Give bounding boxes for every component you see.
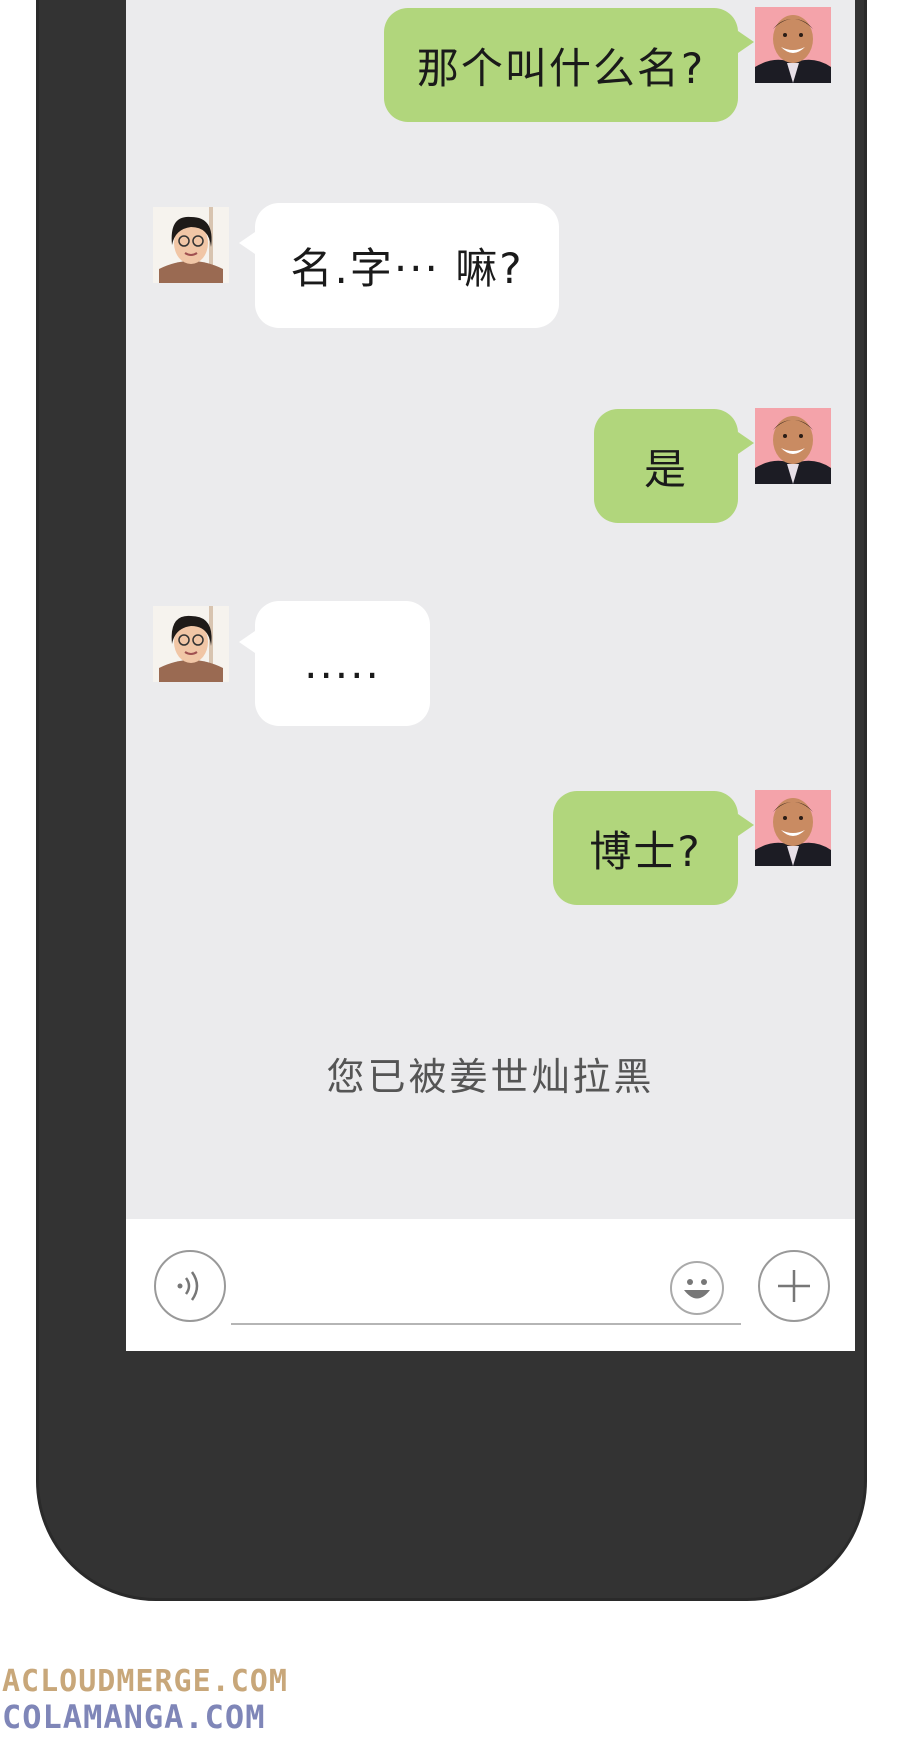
watermark-text: COLAMANGA.COM: [2, 1698, 266, 1736]
message-text: 博士?: [589, 826, 702, 876]
bubble-tail: [239, 631, 255, 653]
voice-button[interactable]: [154, 1250, 226, 1322]
chat-screen: 那个叫什么名? 名.字··· 嘛? 是 ..... 博士? 您已被姜世灿拉黑: [126, 0, 855, 1351]
bubble-tail: [239, 232, 255, 254]
man-smiling-avatar[interactable]: [755, 7, 831, 83]
add-button[interactable]: [758, 1250, 830, 1322]
bubble-tail: [738, 31, 754, 53]
message-bubble-outgoing[interactable]: 那个叫什么名?: [384, 8, 738, 122]
man-smiling-avatar[interactable]: [755, 790, 831, 866]
blocked-notice: 您已被姜世灿拉黑: [326, 1055, 655, 1099]
emoji-button[interactable]: [670, 1261, 724, 1315]
woman-glasses-avatar[interactable]: [153, 207, 229, 283]
message-text: 那个叫什么名?: [416, 43, 706, 93]
man-smiling-avatar[interactable]: [755, 408, 831, 484]
bubble-tail: [738, 432, 754, 454]
bubble-tail: [738, 814, 754, 836]
message-bubble-incoming[interactable]: .....: [255, 601, 430, 726]
message-text: 名.字··· 嘛?: [290, 244, 524, 293]
message-input[interactable]: [231, 1269, 735, 1321]
input-underline: [231, 1323, 741, 1325]
smiley-face-icon: [684, 1279, 710, 1299]
message-text: .....: [304, 639, 381, 688]
voice-wave-icon: [177, 1271, 199, 1301]
message-bubble-outgoing[interactable]: 是: [594, 409, 738, 523]
woman-glasses-avatar[interactable]: [153, 606, 229, 682]
chat-input-bar: [126, 1219, 855, 1351]
message-text: 是: [643, 444, 688, 494]
message-bubble-outgoing[interactable]: 博士?: [553, 791, 738, 905]
message-bubble-incoming[interactable]: 名.字··· 嘛?: [255, 203, 559, 328]
plus-icon: [778, 1270, 810, 1302]
phone-frame: 那个叫什么名? 名.字··· 嘛? 是 ..... 博士? 您已被姜世灿拉黑: [36, 0, 867, 1601]
watermark-text: ACLOUDMERGE.COM: [2, 1664, 288, 1699]
